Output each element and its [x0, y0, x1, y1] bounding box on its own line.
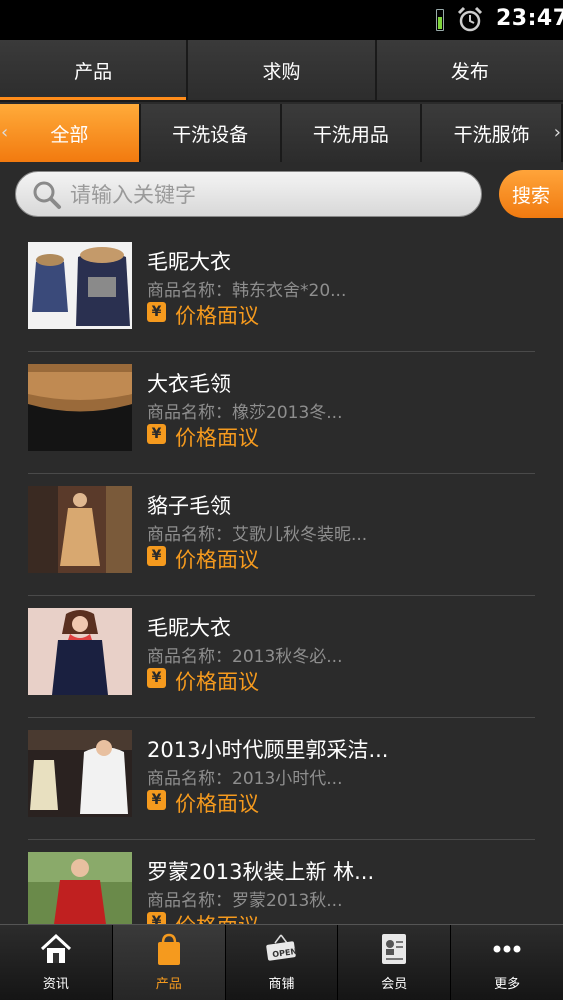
- tab-purchase-requests[interactable]: 求购: [188, 40, 377, 100]
- nav-products[interactable]: 产品: [112, 925, 226, 1000]
- category-drycleaning-apparel[interactable]: 干洗服饰: [422, 104, 563, 162]
- chevron-right-icon[interactable]: ›: [554, 122, 561, 143]
- nav-shops[interactable]: OPEN 商铺: [226, 925, 339, 1000]
- nav-members[interactable]: 会员: [338, 925, 452, 1000]
- product-price: 价格面议: [175, 304, 259, 328]
- product-subtitle: 商品名称：韩东衣舍*20...: [147, 281, 347, 301]
- nav-news[interactable]: 资讯: [0, 925, 113, 1000]
- product-image: [28, 364, 132, 451]
- product-price: 价格面议: [175, 548, 259, 572]
- more-icon: [493, 945, 521, 953]
- product-title: 2013小时代顾里郭采洁...: [147, 738, 389, 762]
- product-subtitle: 商品名称：2013小时代...: [147, 769, 343, 789]
- product-price: 价格面议: [175, 910, 259, 924]
- list-item[interactable]: 毛昵大衣 商品名称：2013秋冬必... ¥ 价格面议: [0, 596, 563, 718]
- home-icon: [40, 933, 71, 963]
- yen-icon: ¥: [147, 546, 166, 566]
- chevron-left-icon[interactable]: ‹: [1, 122, 8, 143]
- open-sign-icon: OPEN: [266, 934, 298, 961]
- search-box: [15, 171, 482, 217]
- yen-icon: ¥: [147, 424, 166, 444]
- product-image: [28, 730, 132, 817]
- status-bar: 23:47: [0, 0, 563, 40]
- nav-label: 商铺: [268, 977, 295, 992]
- product-title: 罗蒙2013秋装上新 林...: [147, 860, 375, 884]
- list-item[interactable]: 毛昵大衣 商品名称：韩东衣舍*20... ¥ 价格面议: [0, 230, 563, 352]
- nav-label: 资讯: [42, 977, 69, 992]
- category-drycleaning-supplies[interactable]: 干洗用品: [281, 104, 423, 162]
- nav-label: 更多: [494, 977, 521, 992]
- yen-icon: ¥: [147, 912, 166, 924]
- list-item[interactable]: 大衣毛领 商品名称：橡莎2013冬... ¥ 价格面议: [0, 352, 563, 474]
- product-title: 貉子毛领: [147, 494, 231, 518]
- product-title: 大衣毛领: [147, 372, 231, 396]
- battery-icon: [436, 9, 444, 31]
- nav-label: 产品: [155, 977, 182, 992]
- category-all[interactable]: 全部: [0, 104, 141, 162]
- member-card-icon: [382, 934, 407, 964]
- tab-publish[interactable]: 发布: [377, 40, 563, 100]
- product-subtitle: 商品名称：艾歌儿秋冬装昵...: [147, 525, 368, 545]
- bottom-nav: 资讯 产品 OPEN 商铺 会员 更多: [0, 924, 563, 1000]
- yen-icon: ¥: [147, 790, 166, 810]
- product-title: 毛昵大衣: [147, 616, 231, 640]
- list-item[interactable]: 2013小时代顾里郭采洁... 商品名称：2013小时代... ¥ 价格面议: [0, 718, 563, 840]
- search-input[interactable]: [70, 176, 470, 214]
- product-image: [28, 852, 132, 924]
- top-tabs: 产品 求购 发布: [0, 40, 563, 102]
- list-item[interactable]: 罗蒙2013秋装上新 林... 商品名称：罗蒙2013秋... ¥ 价格面议: [0, 840, 563, 924]
- product-price: 价格面议: [175, 426, 259, 450]
- nav-label: 会员: [381, 977, 408, 992]
- product-title: 毛昵大衣: [147, 250, 231, 274]
- product-price: 价格面议: [175, 792, 259, 816]
- yen-icon: ¥: [147, 302, 166, 322]
- yen-icon: ¥: [147, 668, 166, 688]
- product-list: 毛昵大衣 商品名称：韩东衣舍*20... ¥ 价格面议 大衣毛领 商品名称：橡莎…: [0, 230, 563, 924]
- tab-products[interactable]: 产品: [0, 40, 189, 100]
- alarm-clock-icon: [457, 6, 483, 32]
- nav-more[interactable]: 更多: [451, 925, 563, 1000]
- product-price: 价格面议: [175, 670, 259, 694]
- clock-time: 23:47: [496, 6, 563, 31]
- product-subtitle: 商品名称：橡莎2013冬...: [147, 403, 343, 423]
- product-image: [28, 486, 132, 573]
- search-bar: 搜索: [0, 162, 563, 230]
- category-bar: 全部 干洗设备 干洗用品 干洗服饰 ‹ ›: [0, 104, 563, 162]
- search-button[interactable]: 搜索: [499, 170, 563, 218]
- product-subtitle: 商品名称：2013秋冬必...: [147, 647, 343, 667]
- product-image: [28, 608, 132, 695]
- list-item[interactable]: 貉子毛领 商品名称：艾歌儿秋冬装昵... ¥ 价格面议: [0, 474, 563, 596]
- category-drycleaning-equipment[interactable]: 干洗设备: [140, 104, 282, 162]
- product-subtitle: 商品名称：罗蒙2013秋...: [147, 891, 343, 911]
- search-icon: [33, 181, 61, 209]
- shopping-bag-icon: [157, 933, 180, 965]
- product-image: [28, 242, 132, 329]
